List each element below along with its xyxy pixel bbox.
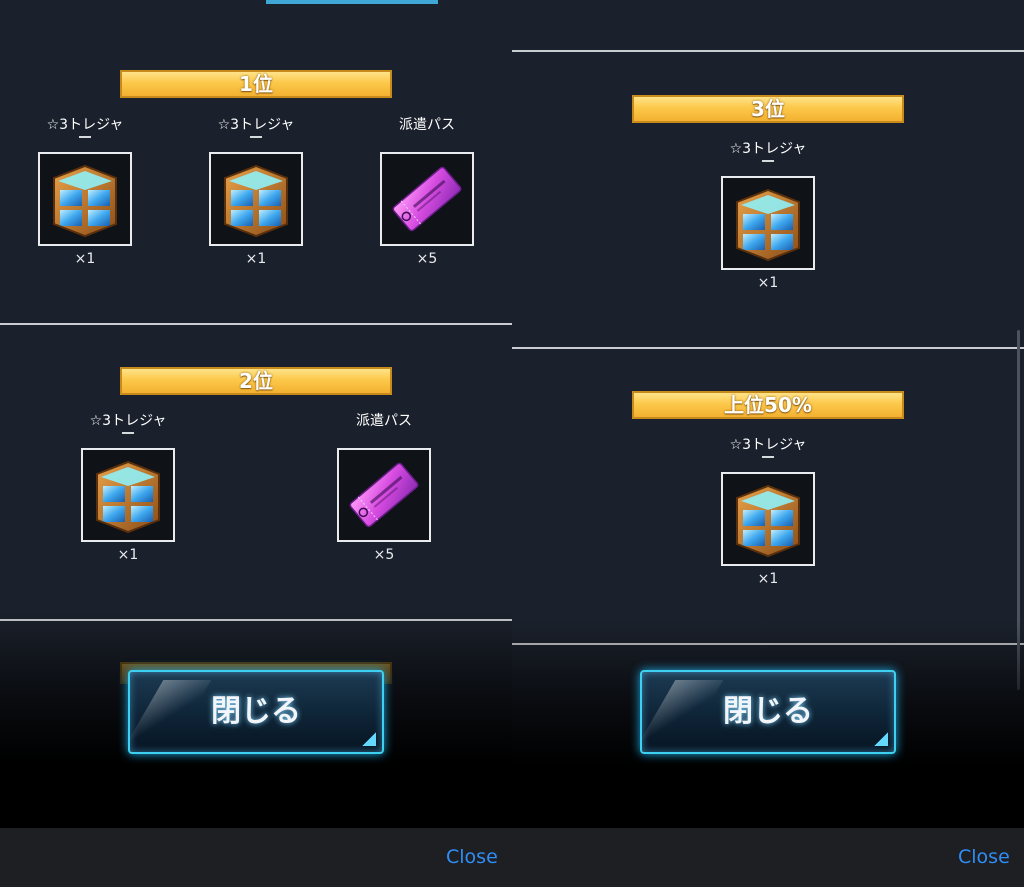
treasure-chest-icon — [81, 448, 175, 542]
button-shine — [128, 680, 212, 740]
close-button-label: 閉じる — [723, 694, 813, 729]
close-link[interactable]: Close — [958, 846, 1010, 868]
section-divider — [512, 50, 1024, 52]
button-corner-accent — [874, 732, 888, 746]
reward-item-treasure[interactable]: ☆3トレジャ ×1 — [196, 116, 316, 268]
button-corner-accent — [362, 732, 376, 746]
rank-banner-2nd: 2位 — [120, 367, 392, 395]
dispatch-pass-ticket-icon — [380, 152, 474, 246]
item-name: ☆3トレジャ — [217, 117, 295, 133]
item-dash — [79, 136, 91, 138]
section-divider — [0, 323, 512, 325]
reward-item-treasure[interactable]: ☆3トレジャ ×1 — [68, 412, 188, 564]
section-divider — [512, 347, 1024, 349]
right-screenshot-panel: 3位 ☆3トレジャ ×1 上位50% ☆3トレジャ ×1 閉じる Close — [512, 0, 1024, 887]
treasure-chest-icon — [38, 152, 132, 246]
item-dash — [762, 160, 774, 162]
dispatch-pass-ticket-icon — [337, 448, 431, 542]
close-link[interactable]: Close — [446, 846, 498, 868]
item-name: ☆3トレジャ — [89, 413, 167, 429]
item-quantity: ×5 — [373, 547, 395, 563]
reward-item-dispatch-pass[interactable]: 派遣パス ×5 — [367, 116, 487, 268]
item-name: 派遣パス — [399, 117, 455, 133]
item-quantity: ×1 — [757, 275, 779, 291]
bottom-toolbar: Close — [0, 828, 512, 887]
item-name: ☆3トレジャ — [729, 437, 807, 453]
reward-item-treasure[interactable]: ☆3トレジャ ×1 — [708, 140, 828, 292]
close-button[interactable]: 閉じる — [640, 670, 896, 754]
item-name: ☆3トレジャ — [46, 117, 124, 133]
item-name: ☆3トレジャ — [729, 141, 807, 157]
item-quantity: ×1 — [117, 547, 139, 563]
reward-item-treasure[interactable]: ☆3トレジャ ×1 — [25, 116, 145, 268]
treasure-chest-icon — [209, 152, 303, 246]
bottom-toolbar: Close — [512, 828, 1024, 887]
item-quantity: ×5 — [416, 251, 438, 267]
rank-banner-1st: 1位 — [120, 70, 392, 98]
item-quantity: ×1 — [74, 251, 96, 267]
reward-item-treasure[interactable]: ☆3トレジャ ×1 — [708, 436, 828, 588]
item-dash — [122, 432, 134, 434]
treasure-chest-icon — [721, 472, 815, 566]
item-name: 派遣パス — [356, 413, 412, 429]
left-screenshot-panel: 1位 ☆3トレジャ ×1 ☆3トレジャ ×1 派遣パス ×5 2位 ☆3トレジャ… — [0, 0, 512, 887]
item-quantity: ×1 — [245, 251, 267, 267]
rank-banner-3rd: 3位 — [632, 95, 904, 123]
button-shine — [640, 680, 724, 740]
close-button[interactable]: 閉じる — [128, 670, 384, 754]
close-button-label: 閉じる — [211, 694, 301, 729]
reward-item-dispatch-pass[interactable]: 派遣パス ×5 — [324, 412, 444, 564]
item-dash — [762, 456, 774, 458]
item-quantity: ×1 — [757, 571, 779, 587]
rank-banner-top-50-percent: 上位50% — [632, 391, 904, 419]
item-dash — [250, 136, 262, 138]
tab-underline — [266, 0, 438, 4]
treasure-chest-icon — [721, 176, 815, 270]
